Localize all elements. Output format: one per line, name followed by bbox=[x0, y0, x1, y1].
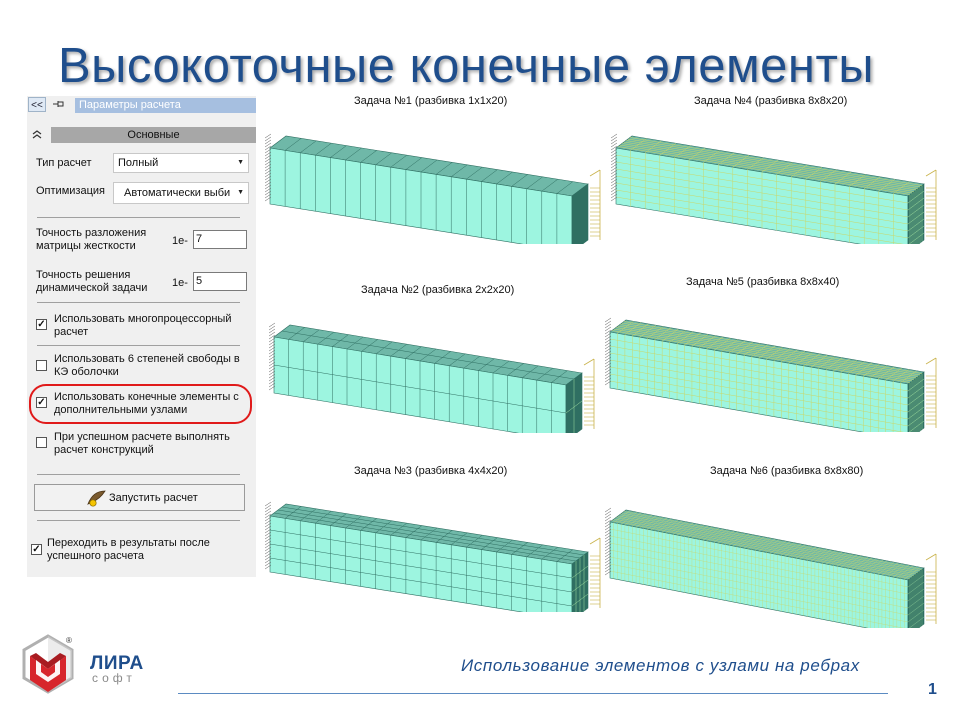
footer-line bbox=[178, 693, 888, 694]
task-1-label: Задача №1 (разбивка 1x1x20) bbox=[354, 95, 508, 107]
task-4-label: Задача №4 (разбивка 8x8x20) bbox=[694, 95, 848, 107]
collapse-button[interactable]: << bbox=[28, 97, 46, 112]
matrix-precision-input[interactable]: 7 bbox=[193, 230, 247, 249]
task-3-label: Задача №3 (разбивка 4x4x20) bbox=[354, 465, 508, 477]
calc-type-select[interactable]: Полный ▼ bbox=[113, 153, 249, 173]
separator bbox=[37, 520, 240, 521]
registered-mark: ® bbox=[66, 636, 72, 645]
task-5-mesh bbox=[604, 317, 937, 432]
logo-sub: софт bbox=[92, 671, 136, 685]
calc-params-panel: << Параметры расчета Основные Тип расчет… bbox=[27, 96, 256, 577]
dynamic-precision-input[interactable]: 5 bbox=[193, 272, 247, 291]
dynamic-precision-label: Точность решения динамической задачи bbox=[36, 269, 148, 294]
extra-nodes-checkbox[interactable]: ✓ bbox=[36, 397, 47, 408]
optimization-select[interactable]: Автоматически выби ▼ bbox=[113, 182, 249, 204]
task-1-mesh bbox=[264, 133, 601, 244]
panel-header: << Параметры расчета bbox=[27, 96, 256, 114]
task-2-label: Задача №2 (разбивка 2x2x20) bbox=[361, 284, 515, 296]
task-4-mesh bbox=[610, 133, 937, 244]
calc-type-value: Полный bbox=[118, 157, 159, 169]
task-6-label: Задача №6 (разбивка 8x8x80) bbox=[710, 465, 864, 477]
run-button-label: Запустить расчет bbox=[109, 492, 198, 504]
page-number: 1 bbox=[928, 681, 937, 698]
task-5-label: Задача №5 (разбивка 8x8x40) bbox=[686, 276, 840, 288]
separator bbox=[37, 474, 240, 475]
task-3-mesh bbox=[264, 501, 601, 612]
extra-nodes-label: Использовать конечные элементы с дополни… bbox=[54, 391, 239, 416]
pin-icon[interactable] bbox=[49, 97, 67, 112]
matrix-precision-label: Точность разложения матрицы жесткости bbox=[36, 227, 147, 252]
multiproc-label: Использовать многопроцессорный расчет bbox=[54, 313, 232, 338]
optimization-label: Оптимизация bbox=[36, 185, 105, 197]
multiproc-checkbox[interactable]: ✓ bbox=[36, 319, 47, 330]
panel-title: Параметры расчета bbox=[75, 98, 256, 113]
chevron-down-icon: ▼ bbox=[237, 159, 244, 166]
optimization-value: Автоматически выби bbox=[124, 187, 231, 199]
task-2-mesh bbox=[268, 322, 595, 433]
separator bbox=[37, 302, 240, 303]
six-dof-label: Использовать 6 степеней свободы в КЭ обо… bbox=[54, 353, 240, 378]
chevron-down-icon: ▼ bbox=[234, 183, 244, 203]
footer-caption: Использование элементов с узлами на ребр… bbox=[461, 656, 860, 675]
goto-results-checkbox[interactable]: ✓ bbox=[31, 544, 42, 555]
run-calculation-button[interactable]: Запустить расчет bbox=[34, 484, 245, 511]
separator bbox=[37, 345, 240, 346]
six-dof-checkbox[interactable] bbox=[36, 360, 47, 371]
dynamic-precision-prefix: 1e- bbox=[172, 277, 188, 289]
task-6-mesh bbox=[604, 507, 937, 628]
section-collapse-icon[interactable] bbox=[31, 128, 43, 143]
slide-title: Высокоточные конечные элементы bbox=[58, 39, 875, 93]
calc-type-label: Тип расчет bbox=[36, 157, 92, 169]
design-after-label: При успешном расчете выполнять расчет ко… bbox=[54, 431, 230, 456]
section-main[interactable]: Основные bbox=[51, 127, 256, 143]
goto-results-label: Переходить в результаты после успешного … bbox=[47, 537, 210, 562]
design-after-checkbox[interactable] bbox=[36, 437, 47, 448]
run-icon bbox=[87, 490, 106, 507]
separator bbox=[37, 217, 240, 218]
matrix-precision-prefix: 1e- bbox=[172, 235, 188, 247]
